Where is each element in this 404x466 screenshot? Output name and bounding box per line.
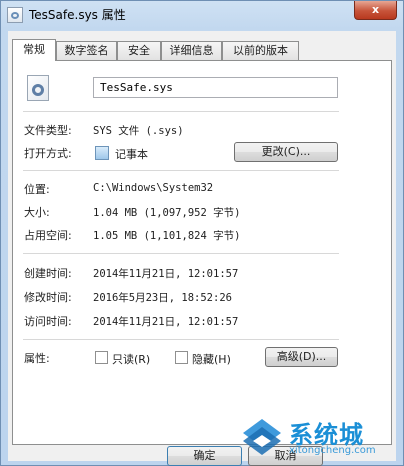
open-with-label: 打开方式: (24, 147, 72, 160)
properties-window: TesSafe.sys 属性 x 常规 数字签名 安全 详细信息 以前的版本 文… (0, 0, 404, 466)
dialog-client: 常规 数字签名 安全 详细信息 以前的版本 文件类型: SYS 文件 (.sys… (8, 31, 396, 466)
location-label: 位置: (24, 183, 50, 196)
accessed-value: 2014年11月21日, 12:01:57 (93, 316, 239, 328)
separator (23, 170, 339, 171)
created-value: 2014年11月21日, 12:01:57 (93, 268, 239, 280)
size-value: 1.04 MB (1,097,952 字节) (93, 207, 241, 219)
readonly-checkbox[interactable] (95, 351, 108, 364)
general-tab-page: 文件类型: SYS 文件 (.sys) 打开方式: 记事本 更改(C)... 位… (12, 60, 392, 445)
hidden-label[interactable]: 隐藏(H) (192, 351, 231, 367)
tab-previous-versions[interactable]: 以前的版本 (222, 41, 299, 60)
open-with-value: 记事本 (115, 148, 148, 161)
file-type-label: 文件类型: (24, 124, 72, 137)
separator (23, 339, 339, 340)
ok-button[interactable]: 确定 (167, 446, 242, 466)
site-watermark: 系统城 xitongcheng.com (239, 413, 399, 463)
location-value: C:\Windows\System32 (93, 182, 214, 194)
system-file-icon (27, 75, 49, 101)
tab-digital-signatures[interactable]: 数字签名 (56, 41, 117, 60)
tab-details[interactable]: 详细信息 (161, 41, 222, 60)
change-button[interactable]: 更改(C)... (234, 142, 338, 162)
file-properties-icon (7, 7, 23, 23)
separator (23, 111, 339, 112)
created-label: 创建时间: (24, 267, 72, 280)
xitongcheng-logo-icon (243, 419, 281, 455)
attributes-label: 属性: (24, 352, 50, 365)
file-type-value: SYS 文件 (.sys) (93, 125, 184, 137)
close-button[interactable]: x (354, 1, 397, 20)
title-bar[interactable]: TesSafe.sys 属性 x (1, 1, 403, 31)
size-label: 大小: (24, 206, 50, 219)
hidden-checkbox[interactable] (175, 351, 188, 364)
window-title: TesSafe.sys 属性 (29, 8, 126, 22)
accessed-label: 访问时间: (24, 315, 72, 328)
modified-value: 2016年5月23日, 18:52:26 (93, 292, 232, 304)
size-on-disk-label: 占用空间: (24, 229, 72, 242)
readonly-label[interactable]: 只读(R) (112, 351, 150, 367)
advanced-button[interactable]: 高级(D)... (265, 347, 338, 367)
filename-field[interactable] (93, 77, 338, 98)
watermark-url: xitongcheng.com (289, 445, 376, 456)
tab-general[interactable]: 常规 (12, 39, 56, 61)
modified-label: 修改时间: (24, 291, 72, 304)
notepad-icon (95, 146, 109, 160)
size-on-disk-value: 1.05 MB (1,101,824 字节) (93, 230, 241, 242)
tab-security[interactable]: 安全 (117, 41, 161, 60)
separator (23, 253, 339, 254)
